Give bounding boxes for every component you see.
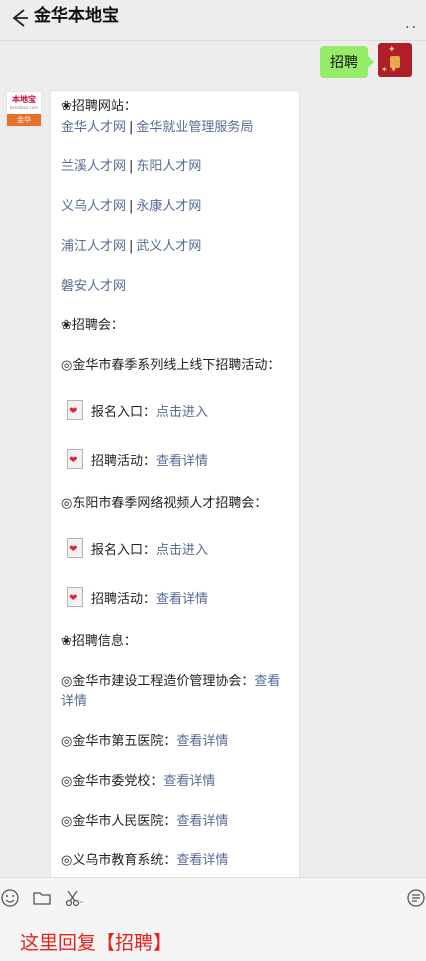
link-row: 浦江人才网 | 武义人才网 — [61, 239, 202, 254]
avatar-brand: 本地宝 — [12, 95, 36, 104]
event-title: ◎东阳市春季网络视频人才招聘会： — [61, 496, 268, 511]
link-row: 兰溪人才网 | 东阳人才网 — [61, 159, 202, 174]
activity-detail-link[interactable]: 查看详情 — [156, 592, 208, 607]
signup-link[interactable]: 点击进入 — [156, 543, 208, 558]
top-bar: 金华本地宝 .. — [0, 0, 426, 41]
activity-detail-link[interactable]: 查看详情 — [156, 454, 208, 469]
info-detail-link[interactable]: 查看详情 — [176, 734, 228, 749]
outgoing-bubble[interactable]: 招聘 — [320, 46, 374, 78]
link-row: 磐安人才网 — [61, 277, 126, 297]
chat-history-icon[interactable] — [406, 888, 426, 908]
signup-link[interactable]: 点击进入 — [156, 405, 208, 420]
folder-icon[interactable] — [32, 888, 52, 908]
outgoing-message: 招聘 ✦ ✶ ✶ — [320, 43, 412, 78]
envelope-heart-icon — [67, 449, 83, 471]
avatar-city: 金华 — [7, 114, 41, 126]
account-avatar[interactable]: 本地宝 bendibao.com 金华 — [6, 91, 42, 127]
info-detail-link[interactable]: 查看详情 — [176, 853, 228, 868]
info-row: ◎义乌市教育系统：查看详情 — [61, 853, 229, 868]
link-panan-talent[interactable]: 磐安人才网 — [61, 279, 126, 294]
chat-area[interactable]: 招聘 ✦ ✶ ✶ 本地宝 bendibao.com 金华 ❀招聘网站： 金华人才… — [0, 41, 426, 877]
section-heading: ❀招聘网站： — [61, 99, 137, 114]
envelope-heart-icon — [67, 400, 83, 422]
info-detail-link[interactable]: 查看详情 — [163, 774, 215, 789]
more-options-icon[interactable]: .. — [405, 16, 418, 32]
link-yiwu-talent[interactable]: 义乌人才网 — [61, 199, 126, 214]
info-row: ◎金华市建设工程造价管理协会：查看 — [61, 674, 281, 689]
avatar-decoration-icon: ✦ — [388, 45, 396, 55]
link-jinhua-talent[interactable]: 金华人才网 — [61, 120, 126, 135]
info-row-continued: 详情 — [61, 692, 87, 712]
link-row: 金华人才网 | 金华就业管理服务局 — [61, 120, 254, 135]
link-jinhua-employment[interactable]: 金华就业管理服务局 — [136, 120, 253, 135]
link-lanxi-talent[interactable]: 兰溪人才网 — [61, 159, 126, 174]
emoji-icon[interactable] — [0, 888, 20, 908]
scissors-icon[interactable] — [64, 888, 84, 908]
info-detail-link[interactable]: 详情 — [61, 694, 87, 709]
info-detail-link[interactable]: 查看详情 — [176, 814, 228, 829]
reply-hint-text: 这里回复【招聘】 — [20, 932, 173, 954]
avatar-site: bendibao.com — [9, 105, 39, 110]
signup-row: 报名入口：点击进入 — [67, 400, 208, 423]
link-yongkang-talent[interactable]: 永康人才网 — [136, 199, 201, 214]
link-wuyi-talent[interactable]: 武义人才网 — [136, 239, 201, 254]
event-title: ◎金华市春季系列线上线下招聘活动： — [61, 358, 281, 373]
section-heading: ❀招聘信息： — [61, 634, 137, 649]
avatar-pattern-icon: ✶ ✶ — [381, 65, 397, 74]
envelope-heart-icon — [67, 538, 83, 560]
activity-row: 招聘活动：查看详情 — [67, 449, 208, 472]
link-dongyang-talent[interactable]: 东阳人才网 — [136, 159, 201, 174]
activity-row: 招聘活动：查看详情 — [67, 587, 208, 610]
link-pujiang-talent[interactable]: 浦江人才网 — [61, 239, 126, 254]
reply-message-card: ❀招聘网站： 金华人才网 | 金华就业管理服务局 兰溪人才网 | 东阳人才网 义乌人才网… — [50, 90, 300, 877]
input-toolbar: 这里回复【招聘】 — [0, 877, 426, 961]
signup-row: 报名入口：点击进入 — [67, 538, 208, 561]
info-row: ◎金华市人民医院：查看详情 — [61, 814, 229, 829]
info-row: ◎金华市委党校：查看详情 — [61, 774, 216, 789]
link-row: 义乌人才网 | 永康人才网 — [61, 199, 202, 214]
chat-title: 金华本地宝 — [34, 6, 119, 26]
section-heading: ❀招聘会： — [61, 318, 124, 333]
info-detail-link[interactable]: 查看 — [254, 674, 280, 689]
info-row: ◎金华市第五医院：查看详情 — [61, 734, 229, 749]
user-avatar[interactable]: ✦ ✶ ✶ — [378, 43, 412, 77]
envelope-heart-icon — [67, 587, 83, 609]
back-arrow-icon[interactable] — [8, 6, 30, 30]
